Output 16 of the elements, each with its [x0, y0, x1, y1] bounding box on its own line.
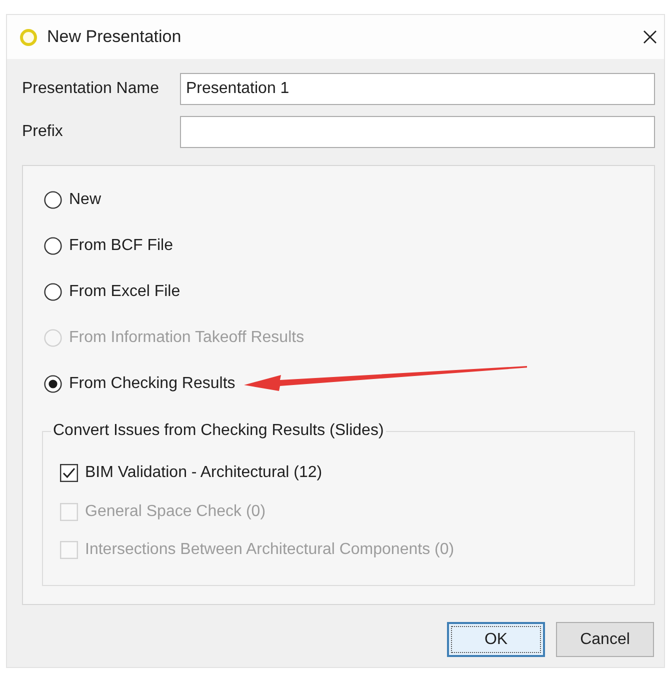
radio-option[interactable]: From Checking Results: [44, 375, 236, 393]
ok-button[interactable]: OK: [447, 622, 545, 657]
close-button[interactable]: [643, 30, 657, 44]
radio-option[interactable]: From BCF File: [44, 237, 173, 255]
radio-option[interactable]: New: [44, 191, 102, 209]
text-field[interactable]: Presentation 1: [180, 73, 655, 105]
close-icon: [643, 30, 657, 44]
field-label: Prefix: [22, 123, 64, 141]
window-title: New Presentation: [47, 27, 182, 47]
cancel-button[interactable]: Cancel: [556, 622, 654, 657]
checkbox-option[interactable]: BIM Validation - Architectural (12): [60, 464, 322, 482]
text-field[interactable]: [180, 116, 655, 148]
group-title: Convert Issues from Checking Results (Slides): [52, 422, 385, 440]
ring-icon: [20, 28, 37, 46]
radio-option[interactable]: From Excel File: [44, 283, 180, 301]
field-label: Presentation Name: [22, 80, 160, 98]
